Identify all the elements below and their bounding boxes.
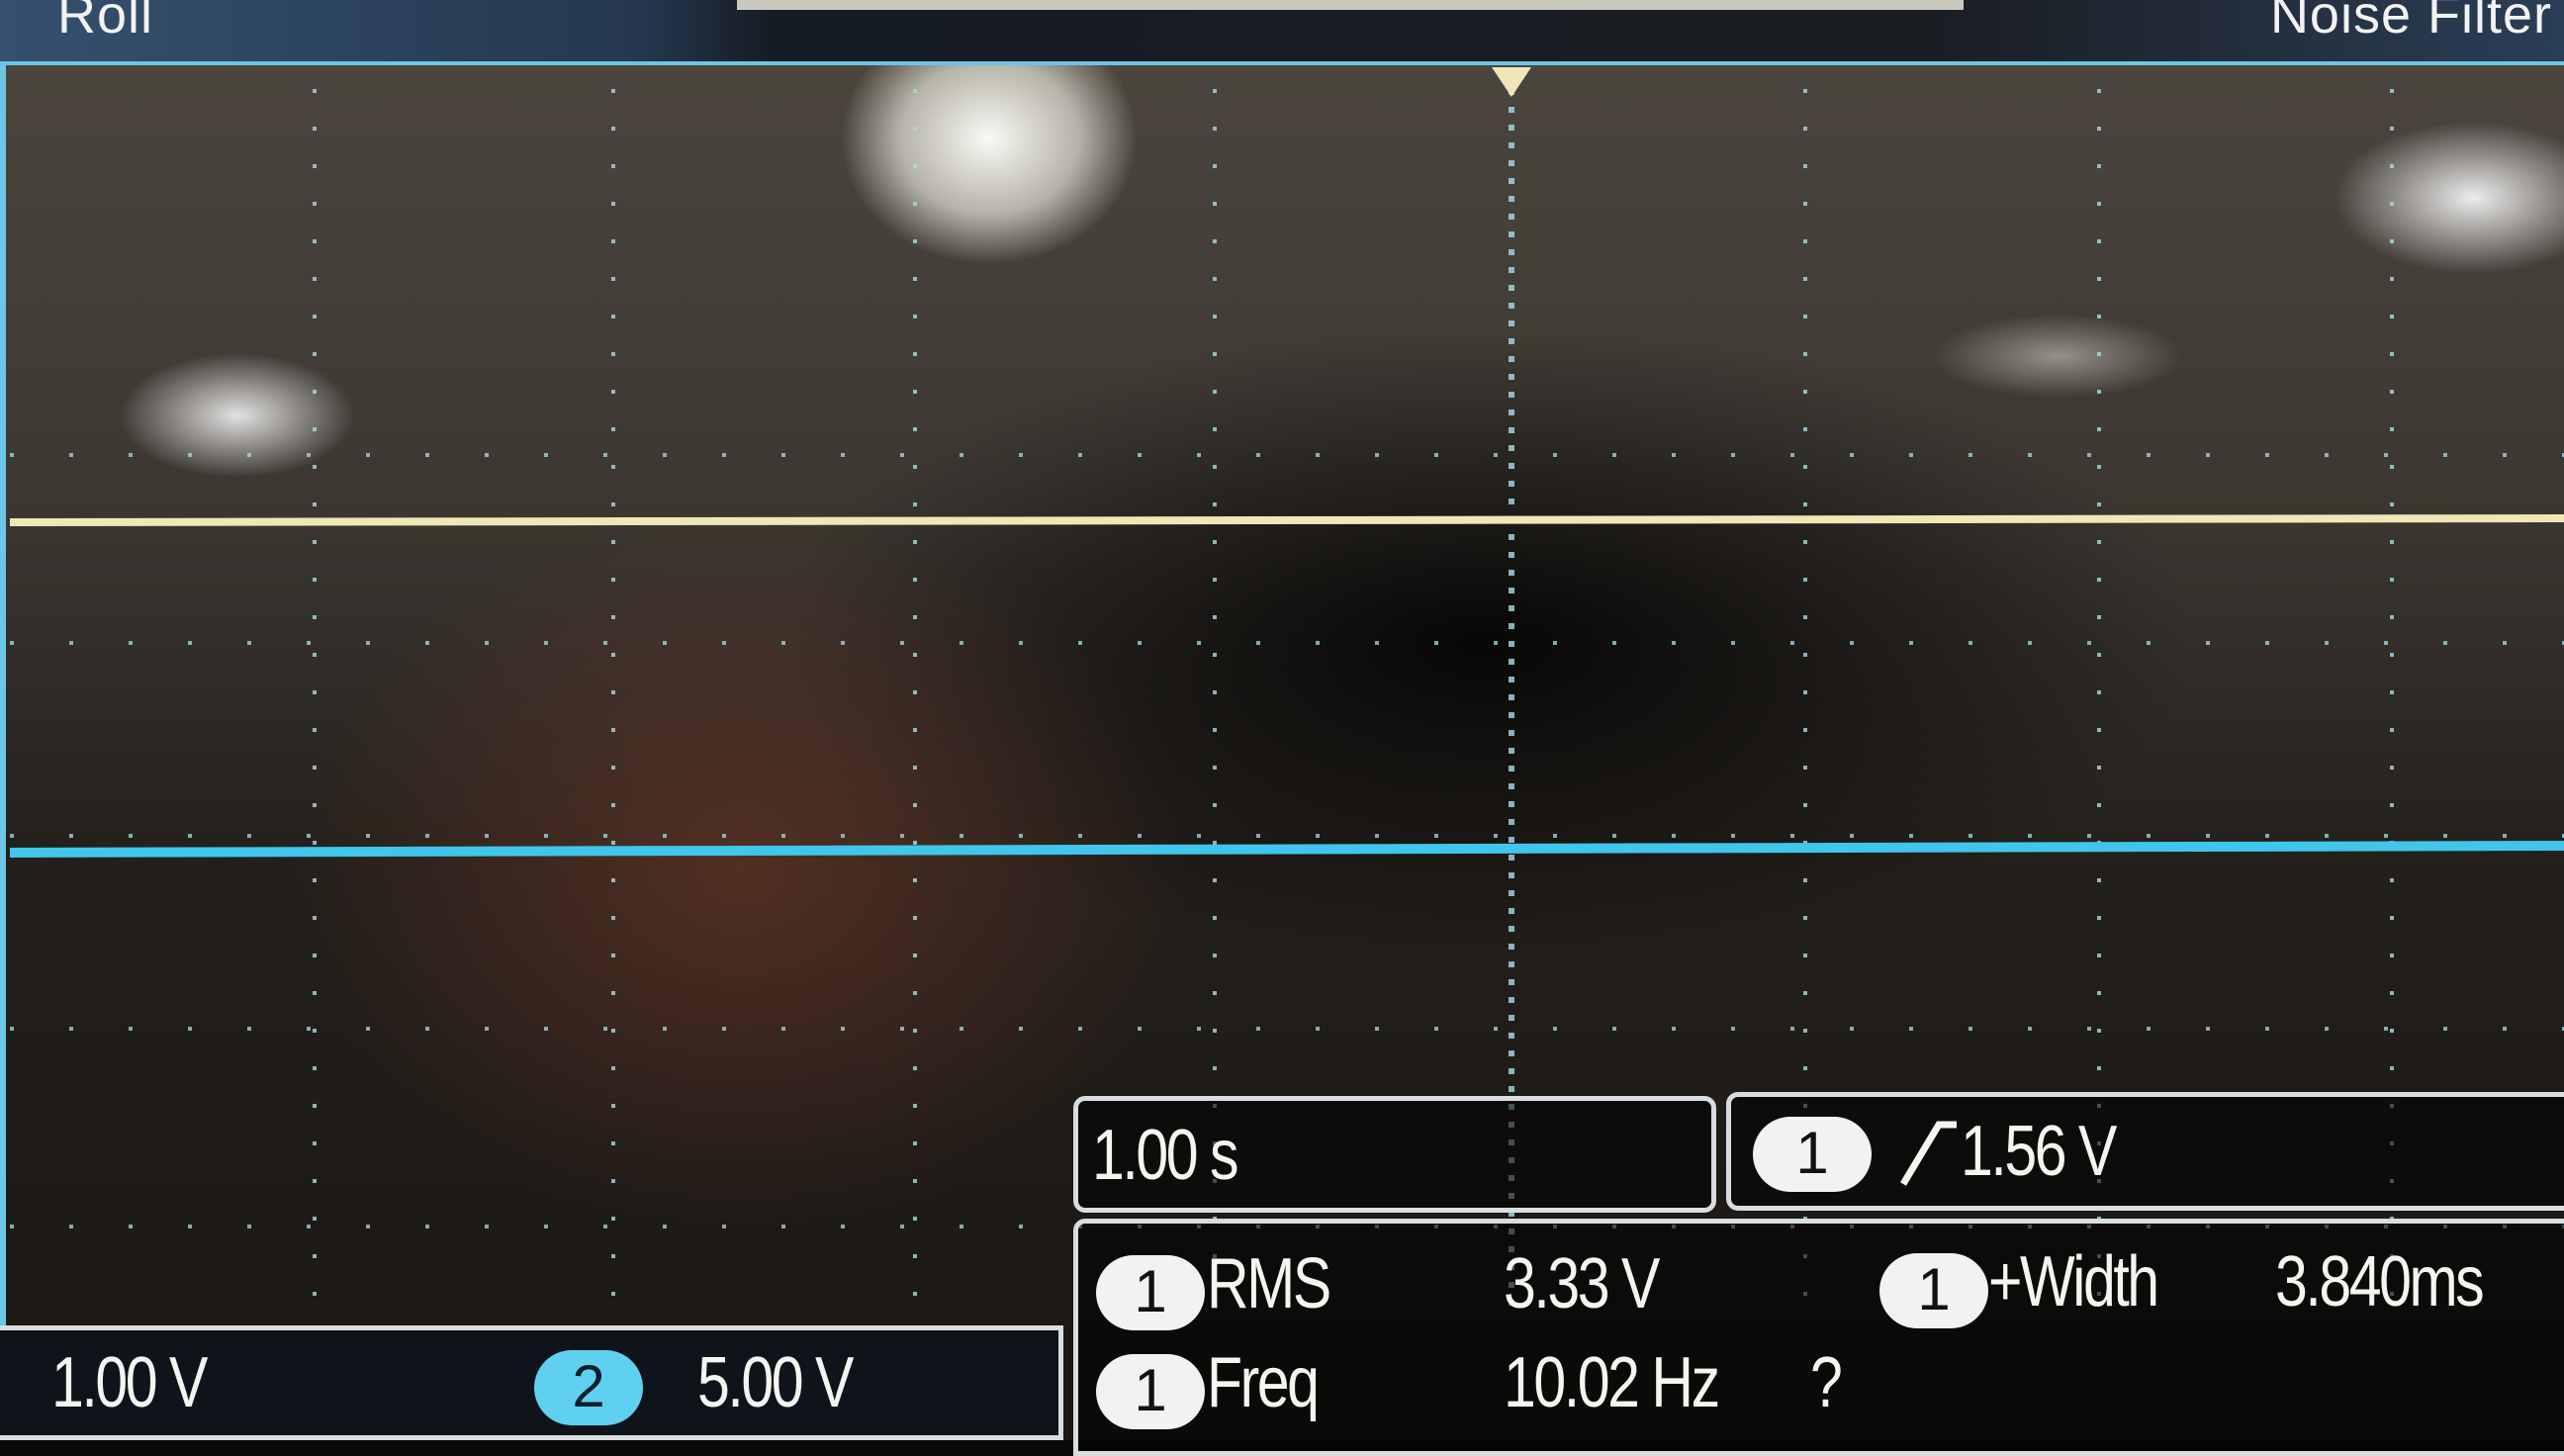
measurement-value: 3.840ms <box>2275 1242 2485 1321</box>
trigger-marker-icon <box>1492 67 1531 97</box>
measurement-label: RMS <box>1207 1244 1331 1323</box>
channel-2-scale[interactable]: 5.00 V <box>697 1342 854 1423</box>
measurement-channel-badge: 1 <box>1879 1253 1988 1328</box>
measurement-label: Freq <box>1207 1343 1320 1422</box>
measurement-value: 10.02 Hz <box>1504 1343 1720 1422</box>
trigger-level-value: 1.56 V <box>1961 1112 2117 1191</box>
trigger-box[interactable]: 1 1.56 V <box>1726 1092 2564 1211</box>
channel-scale-bar: 1.00 V 2 5.00 V <box>0 1325 1063 1440</box>
measurement-label: +Width <box>1988 1242 2159 1321</box>
channel-2-trace <box>9 841 2564 858</box>
trigger-channel-badge: 1 <box>1753 1117 1872 1192</box>
measurements-panel[interactable]: 1 RMS 3.33 V 1 +Width 3.840ms 1 Freq 10.… <box>1073 1219 2564 1456</box>
trigger-position-marker <box>1492 67 1531 97</box>
rising-edge-icon <box>1899 1119 1959 1188</box>
measurement-flag: ? <box>1810 1343 1843 1422</box>
measurement-value: 3.33 V <box>1504 1244 1660 1323</box>
channel-1-trace <box>9 514 2564 526</box>
timebase-box[interactable]: 1.00 s <box>1073 1096 1716 1213</box>
channel-1-scale[interactable]: 1.00 V <box>51 1342 208 1423</box>
timebase-value: 1.00 s <box>1092 1116 1239 1195</box>
channel-2-badge[interactable]: 2 <box>534 1350 643 1425</box>
measurement-channel-badge: 1 <box>1096 1354 1205 1429</box>
oscilloscope-screen: Roll Noise Filter 1.00 s 1 1.56 V 1 RMS … <box>0 0 2564 1456</box>
measurement-channel-badge: 1 <box>1096 1255 1205 1330</box>
